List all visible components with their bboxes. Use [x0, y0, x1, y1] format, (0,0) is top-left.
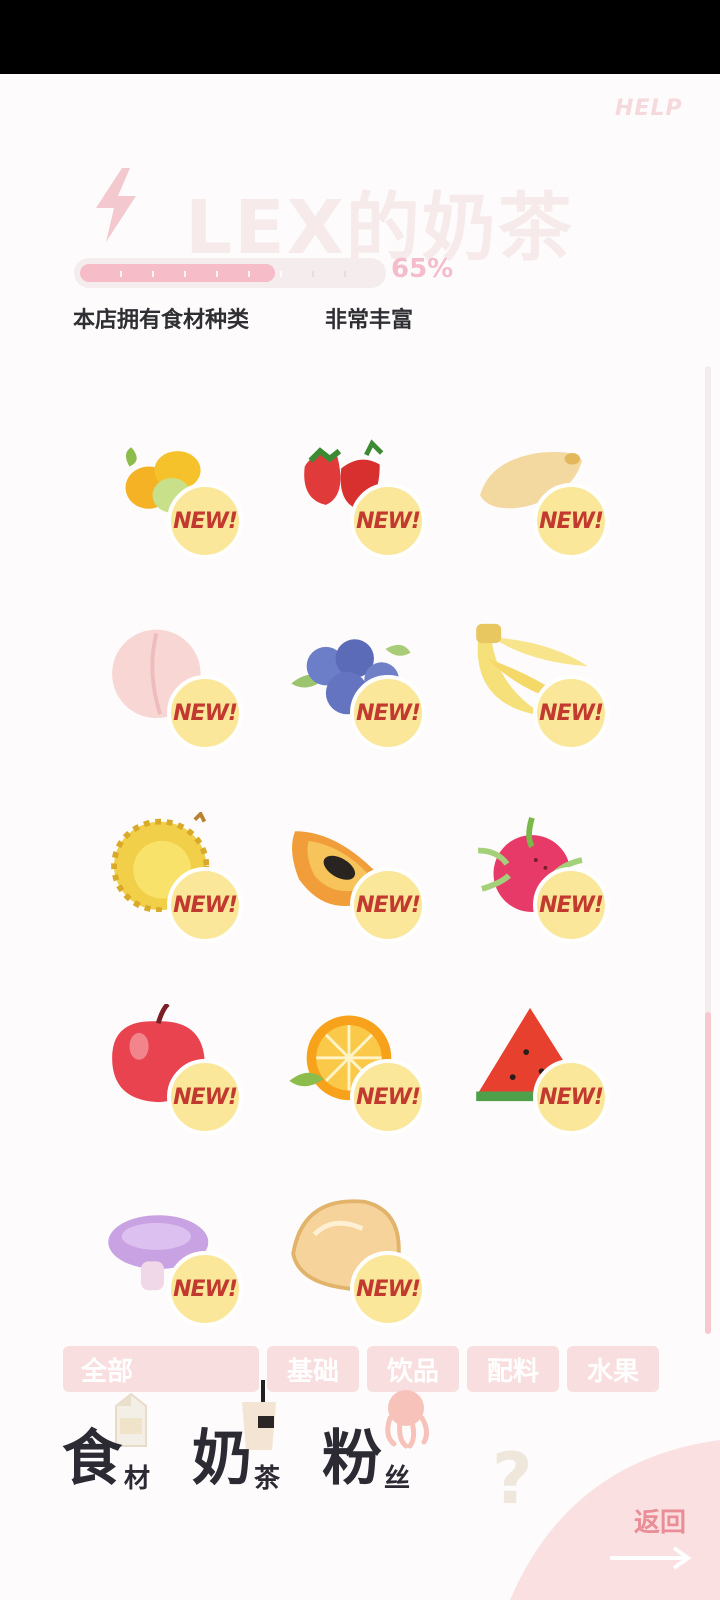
- new-badge-text: NEW!: [173, 700, 238, 726]
- new-badge-text: NEW!: [173, 1276, 238, 1302]
- nav-ingredients-small: 材: [124, 1464, 151, 1494]
- nav-fans-small: 丝: [384, 1464, 411, 1494]
- new-badge-text: NEW!: [539, 700, 604, 726]
- nav-fans-big: 粉: [322, 1424, 382, 1494]
- ingredient-item[interactable]: NEW!: [92, 610, 243, 751]
- new-badge: NEW!: [533, 867, 609, 943]
- progress-tick: [312, 271, 314, 277]
- new-badge: NEW!: [533, 483, 609, 559]
- ingredient-item[interactable]: NEW!: [275, 802, 426, 943]
- progress-percent: 65%: [391, 254, 454, 284]
- ingredient-item[interactable]: NEW!: [458, 610, 609, 751]
- ingredient-item[interactable]: NEW!: [92, 1186, 243, 1327]
- ingredient-item[interactable]: NEW!: [458, 994, 609, 1135]
- new-badge-text: NEW!: [356, 1276, 421, 1302]
- progress-tick: [344, 271, 346, 277]
- new-badge-text: NEW!: [173, 892, 238, 918]
- progress-tick: [280, 271, 282, 277]
- ingredient-item[interactable]: NEW!: [92, 802, 243, 943]
- tab-all[interactable]: 全部: [63, 1346, 259, 1392]
- scroll-thumb[interactable]: [705, 1012, 711, 1334]
- progress-tick: [248, 271, 250, 277]
- collection-progress-bar: [74, 258, 386, 288]
- new-badge: NEW!: [167, 483, 243, 559]
- lightning-icon: [96, 168, 136, 242]
- new-badge: NEW!: [167, 675, 243, 751]
- status-bar: [0, 0, 720, 74]
- back-corner-decoration: [510, 1440, 720, 1600]
- progress-tick: [184, 271, 186, 277]
- new-badge: NEW!: [167, 867, 243, 943]
- new-badge-text: NEW!: [356, 700, 421, 726]
- ingredient-item[interactable]: NEW!: [275, 610, 426, 751]
- new-badge-text: NEW!: [356, 892, 421, 918]
- octopus-icon: [385, 1390, 430, 1449]
- new-badge: NEW!: [350, 1251, 426, 1327]
- scrollbar[interactable]: [705, 366, 711, 1334]
- new-badge: NEW!: [350, 483, 426, 559]
- new-badge-text: NEW!: [539, 508, 604, 534]
- new-badge: NEW!: [350, 1059, 426, 1135]
- ingredient-item[interactable]: NEW!: [458, 418, 609, 559]
- progress-tick: [120, 271, 122, 277]
- new-badge-text: NEW!: [356, 508, 421, 534]
- progress-tick: [152, 271, 154, 277]
- new-badge-text: NEW!: [173, 508, 238, 534]
- new-badge-text: NEW!: [539, 892, 604, 918]
- nav-milktea-big: 奶: [192, 1424, 252, 1494]
- new-badge-text: NEW!: [356, 1084, 421, 1110]
- new-badge: NEW!: [167, 1251, 243, 1327]
- tab-drinks[interactable]: 饮品: [367, 1346, 459, 1392]
- new-badge: NEW!: [350, 867, 426, 943]
- ingredient-item[interactable]: NEW!: [458, 802, 609, 943]
- nav-milktea-small: 茶: [254, 1464, 281, 1494]
- new-badge: NEW!: [533, 1059, 609, 1135]
- help-button[interactable]: HELP: [615, 96, 683, 121]
- ingredient-item[interactable]: NEW!: [275, 1186, 426, 1327]
- ingredient-item[interactable]: NEW!: [275, 994, 426, 1135]
- new-badge-text: NEW!: [539, 1084, 604, 1110]
- progress-fill: [80, 264, 275, 282]
- tab-toppings[interactable]: 配料: [467, 1346, 559, 1392]
- new-badge-text: NEW!: [173, 1084, 238, 1110]
- stock-value: 非常丰富: [325, 308, 414, 333]
- nav-ingredients-big: 食: [62, 1424, 122, 1494]
- ingredient-item[interactable]: NEW!: [92, 994, 243, 1135]
- back-button[interactable]: 返回: [634, 1502, 686, 1539]
- ingredient-item[interactable]: NEW!: [92, 418, 243, 559]
- arrow-right-icon[interactable]: [608, 1546, 692, 1570]
- progress-tick: [216, 271, 218, 277]
- stock-label: 本店拥有食材种类: [73, 308, 250, 333]
- ingredient-item[interactable]: NEW!: [275, 418, 426, 559]
- tab-fruit[interactable]: 水果: [567, 1346, 659, 1392]
- new-badge: NEW!: [167, 1059, 243, 1135]
- new-badge: NEW!: [350, 675, 426, 751]
- new-badge: NEW!: [533, 675, 609, 751]
